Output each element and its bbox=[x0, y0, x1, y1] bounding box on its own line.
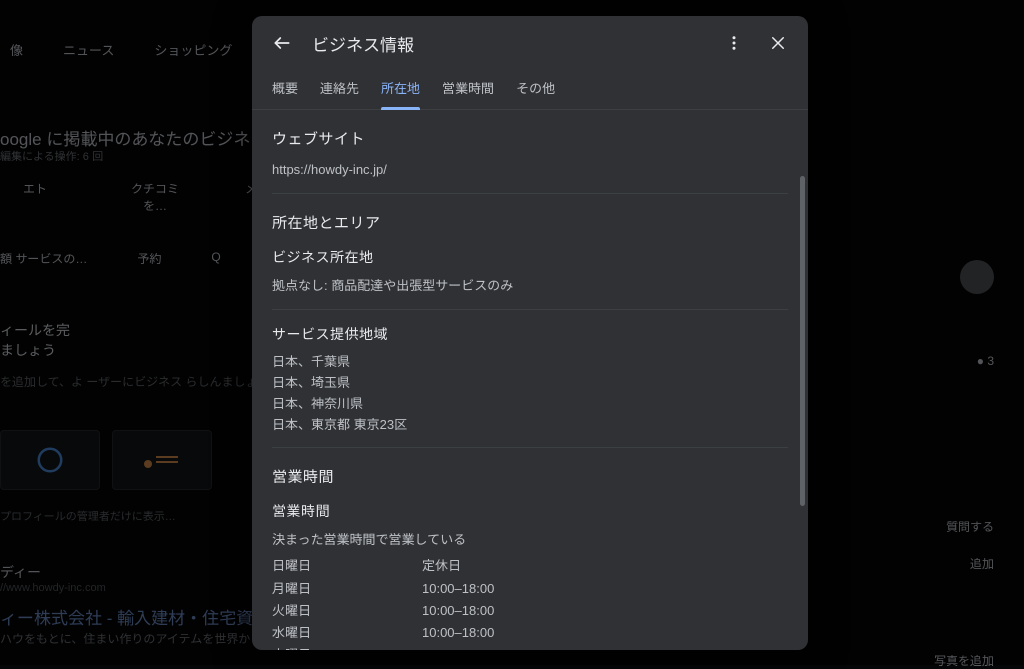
tab-hours[interactable]: 営業時間 bbox=[442, 70, 494, 109]
hours-day: 木曜日 bbox=[272, 644, 422, 650]
hours-subheading: 営業時間 bbox=[272, 501, 788, 521]
close-button[interactable] bbox=[764, 29, 792, 57]
more-vertical-icon bbox=[725, 34, 743, 52]
modal-body[interactable]: ウェブサイト https://howdy-inc.jp/ 所在地とエリア ビジネ… bbox=[252, 110, 808, 650]
hours-table: 日曜日 定休日 月曜日 10:00–18:00 火曜日 10:00–18:00 … bbox=[272, 555, 788, 650]
arrow-left-icon bbox=[272, 33, 292, 53]
website-heading: ウェブサイト bbox=[272, 128, 788, 149]
hours-row: 木曜日 10:00–18:00 bbox=[272, 644, 788, 650]
close-icon bbox=[769, 34, 787, 52]
business-location-value[interactable]: 拠点なし: 商品配達や出張型サービスのみ bbox=[272, 275, 788, 297]
hours-row: 水曜日 10:00–18:00 bbox=[272, 622, 788, 644]
more-options-button[interactable] bbox=[720, 29, 748, 57]
tab-contact[interactable]: 連絡先 bbox=[320, 70, 359, 109]
hours-section-heading: 営業時間 bbox=[272, 466, 788, 487]
hours-time: 10:00–18:00 bbox=[422, 622, 494, 644]
tab-other[interactable]: その他 bbox=[516, 70, 555, 109]
service-area-item: 日本、埼玉県 bbox=[272, 373, 788, 394]
divider bbox=[272, 193, 788, 194]
business-location-heading: ビジネス所在地 bbox=[272, 247, 788, 267]
hours-day: 月曜日 bbox=[272, 578, 422, 600]
hours-time: 10:00–18:00 bbox=[422, 578, 494, 600]
modal-title: ビジネス情報 bbox=[312, 31, 704, 56]
scrollbar-thumb[interactable] bbox=[800, 176, 805, 506]
back-button[interactable] bbox=[268, 29, 296, 57]
hours-note[interactable]: 決まった営業時間で営業している bbox=[272, 529, 788, 551]
website-value[interactable]: https://howdy-inc.jp/ bbox=[272, 159, 788, 181]
hours-day: 火曜日 bbox=[272, 600, 422, 622]
tab-location[interactable]: 所在地 bbox=[381, 70, 420, 109]
hours-row: 月曜日 10:00–18:00 bbox=[272, 578, 788, 600]
service-area-item: 日本、神奈川県 bbox=[272, 394, 788, 415]
hours-time: 10:00–18:00 bbox=[422, 600, 494, 622]
modal-header: ビジネス情報 bbox=[252, 16, 808, 70]
hours-row: 日曜日 定休日 bbox=[272, 555, 788, 577]
divider bbox=[272, 447, 788, 448]
hours-time: 定休日 bbox=[422, 555, 461, 577]
divider bbox=[272, 309, 788, 310]
service-area-heading: サービス提供地域 bbox=[272, 324, 788, 344]
hours-day: 日曜日 bbox=[272, 555, 422, 577]
hours-row: 火曜日 10:00–18:00 bbox=[272, 600, 788, 622]
business-info-modal: ビジネス情報 概要 連絡先 所在地 営業時間 その他 ウェブサイト https:… bbox=[252, 16, 808, 650]
location-area-heading: 所在地とエリア bbox=[272, 212, 788, 233]
tab-overview[interactable]: 概要 bbox=[272, 70, 298, 109]
service-area-item: 日本、千葉県 bbox=[272, 352, 788, 373]
modal-tabs: 概要 連絡先 所在地 営業時間 その他 bbox=[252, 70, 808, 110]
hours-time: 10:00–18:00 bbox=[422, 644, 494, 650]
hours-day: 水曜日 bbox=[272, 622, 422, 644]
service-area-list[interactable]: 日本、千葉県 日本、埼玉県 日本、神奈川県 日本、東京都 東京23区 bbox=[272, 352, 788, 435]
service-area-item: 日本、東京都 東京23区 bbox=[272, 415, 788, 436]
